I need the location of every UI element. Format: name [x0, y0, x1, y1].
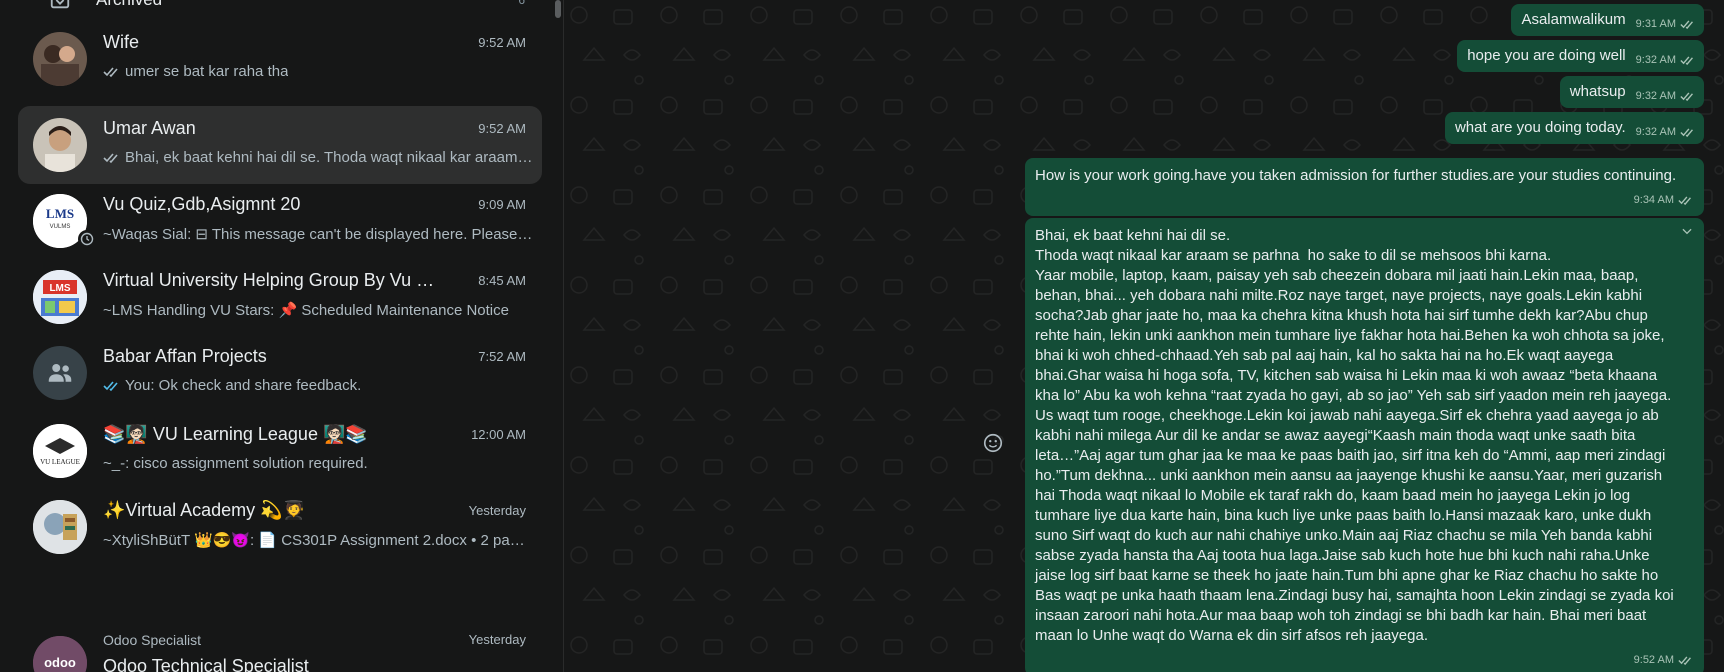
- message-bubble-outgoing[interactable]: what are you doing today. 9:32 AM: [1444, 112, 1704, 144]
- chat-preview-text: You: Ok check and share feedback.: [125, 377, 362, 394]
- chat-time: 9:52 AM: [478, 121, 526, 136]
- chat-title: Wife: [103, 32, 139, 52]
- chat-preview: umer se bat kar raha tha: [103, 63, 533, 80]
- chat-preview-text: Bhai, ek baat kehni hai dil se. Thoda wa…: [125, 149, 533, 166]
- avatar: [33, 118, 87, 172]
- archived-count: 6: [518, 0, 525, 7]
- chat-time: 8:45 AM: [478, 273, 526, 288]
- message-meta: 9:31 AM: [1636, 14, 1696, 34]
- message-text: hope you are doing well: [1467, 47, 1626, 64]
- message-bubble-outgoing[interactable]: whatsup 9:32 AM: [1559, 76, 1704, 108]
- chat-preview: ~_-: cisco assignment solution required.: [103, 455, 533, 472]
- message-meta: 9:32 AM: [1636, 50, 1696, 70]
- emoji-react-button[interactable]: [982, 432, 1006, 456]
- archive-icon: [48, 0, 72, 12]
- double-check-blue-icon: [103, 380, 121, 392]
- avatar-logo-text: LMS: [46, 206, 74, 221]
- chat-subtitle: Odoo Specialist: [103, 632, 202, 648]
- chat-item-odoo-technical[interactable]: odoo Odoo Specialist Yesterday Odoo Tech…: [18, 626, 542, 672]
- conversation-panel: Asalamwalikum 9:31 AM hope you are doing…: [564, 0, 1724, 672]
- sidebar-scrollbar[interactable]: [555, 0, 561, 18]
- chat-item-vu-learning-league[interactable]: VU LEAGUE 📚🧑🏻‍🏫 VU Learning League 🧑🏻‍🏫📚…: [18, 412, 542, 490]
- chevron-down-icon[interactable]: [1680, 224, 1694, 244]
- chat-time: 12:00 AM: [471, 427, 526, 442]
- chat-time: 7:52 AM: [478, 349, 526, 364]
- avatar: [33, 500, 87, 554]
- double-check-icon: [1680, 19, 1696, 30]
- chat-title: Babar Affan Projects: [103, 346, 267, 366]
- message-text: what are you doing today.: [1454, 119, 1626, 136]
- chat-list-sidebar: Archived 6 Wife 9:52 AM umer se bat kar …: [0, 0, 564, 672]
- message-text: Bhai, ek baat kehni hai dil se. Thoda wa…: [1035, 227, 1674, 644]
- avatar: odoo: [33, 636, 87, 672]
- chat-preview-text: umer se bat kar raha tha: [125, 63, 289, 80]
- avatar-logo-text: odoo: [44, 655, 76, 670]
- group-icon: [48, 364, 72, 382]
- message-text: Asalamwalikum: [1521, 11, 1626, 28]
- chat-title: Virtual University Helping Group By Vu S…: [103, 270, 443, 290]
- avatar: LMS: [33, 270, 87, 324]
- chat-preview: You: Ok check and share feedback.: [103, 377, 533, 394]
- avatar: [33, 32, 87, 86]
- double-check-icon: [1680, 127, 1696, 138]
- message-time: 9:32 AM: [1635, 90, 1676, 102]
- avatar-logo-text: LMS: [49, 283, 70, 294]
- chat-item-vu-helping-group[interactable]: LMS Virtual University Helping Group By …: [18, 258, 542, 336]
- double-check-icon: [1680, 55, 1696, 66]
- chat-preview-text: ~LMS Handling VU Stars: 📌 Scheduled Main…: [103, 302, 509, 319]
- message-time: 9:32 AM: [1635, 54, 1676, 66]
- message-text: whatsup: [1569, 83, 1626, 100]
- chat-preview-text: ~XtyliShBütT 👑😎😈: 📄 CS301P Assignment 2.…: [103, 532, 533, 549]
- chat-item-vu-quiz[interactable]: LMS VULMS Vu Quiz,Gdb,Asigmnt 20 9:09 AM…: [18, 182, 542, 260]
- chat-time: 9:09 AM: [478, 197, 526, 212]
- message-meta: 9:32 AM: [1636, 86, 1696, 106]
- message-bubble-outgoing[interactable]: Asalamwalikum 9:31 AM: [1511, 4, 1704, 36]
- message-meta: 9:32 AM: [1636, 122, 1696, 142]
- double-check-icon: [1680, 91, 1696, 102]
- archived-row[interactable]: Archived 6: [18, 0, 543, 14]
- chat-preview-text: ~_-: cisco assignment solution required.: [103, 455, 368, 472]
- chat-preview: ~LMS Handling VU Stars: 📌 Scheduled Main…: [103, 301, 533, 319]
- chat-item-babar-affan[interactable]: Babar Affan Projects 7:52 AM You: Ok che…: [18, 334, 542, 412]
- chat-title: 📚🧑🏻‍🏫 VU Learning League 🧑🏻‍🏫📚: [103, 424, 368, 444]
- chat-preview-text: ~Waqas Sial: ⊟ This message can't be dis…: [103, 226, 533, 243]
- double-check-icon: [1678, 655, 1694, 666]
- message-bubble-outgoing[interactable]: How is your work going.have you taken ad…: [1025, 158, 1704, 216]
- avatar: VU LEAGUE: [33, 424, 87, 478]
- double-check-icon: [103, 152, 121, 164]
- double-check-icon: [1678, 195, 1694, 206]
- status-ring-icon: [78, 230, 96, 248]
- message-text: How is your work going.have you taken ad…: [1035, 167, 1677, 184]
- chat-title: Umar Awan: [103, 118, 196, 138]
- avatar: [33, 346, 87, 400]
- chat-time: 9:52 AM: [478, 35, 526, 50]
- smiley-icon: [983, 433, 1003, 453]
- chat-title: Odoo Technical Specialist: [103, 656, 309, 672]
- archived-label: Archived: [96, 0, 162, 10]
- message-time: 9:52 AM: [1633, 654, 1674, 666]
- chat-preview: ~Waqas Sial: ⊟ This message can't be dis…: [103, 225, 533, 243]
- double-check-icon: [103, 66, 121, 78]
- chat-time: Yesterday: [468, 503, 526, 518]
- message-time: 9:32 AM: [1635, 126, 1676, 138]
- message-bubble-outgoing[interactable]: Bhai, ek baat kehni hai dil se. Thoda wa…: [1025, 218, 1704, 672]
- chat-time: Yesterday: [468, 632, 526, 647]
- avatar-logo-subtext: VULMS: [50, 224, 71, 230]
- chat-title: ✨Virtual Academy 💫🧑‍🎓: [103, 500, 305, 520]
- avatar-logo-text: VU LEAGUE: [40, 458, 80, 466]
- message-time: 9:34 AM: [1633, 194, 1674, 206]
- message-meta: 9:34 AM: [1035, 190, 1694, 210]
- message-time: 9:31 AM: [1635, 18, 1676, 30]
- chat-item-umar-awan[interactable]: Umar Awan 9:52 AM Bhai, ek baat kehni ha…: [18, 106, 542, 184]
- chat-preview: Bhai, ek baat kehni hai dil se. Thoda wa…: [103, 149, 533, 166]
- message-bubble-outgoing[interactable]: hope you are doing well 9:32 AM: [1457, 40, 1704, 72]
- chat-preview: ~XtyliShBütT 👑😎😈: 📄 CS301P Assignment 2.…: [103, 531, 533, 549]
- chat-item-wife[interactable]: Wife 9:52 AM umer se bat kar raha tha: [18, 20, 542, 98]
- chat-title: Vu Quiz,Gdb,Asigmnt 20: [103, 194, 301, 214]
- chat-item-virtual-academy[interactable]: ✨Virtual Academy 💫🧑‍🎓 Yesterday ~XtyliSh…: [18, 488, 542, 566]
- message-meta: 9:52 AM: [1035, 650, 1694, 670]
